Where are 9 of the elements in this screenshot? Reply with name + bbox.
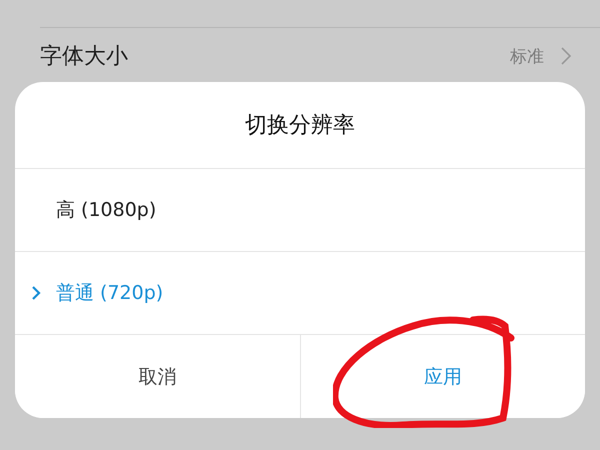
chevron-right-icon <box>560 46 572 66</box>
resolution-option[interactable]: 高 (1080p) <box>15 169 585 252</box>
option-label: 普通 (720p) <box>56 281 164 306</box>
chevron-right-icon <box>31 285 41 301</box>
setting-value: 标准 <box>510 46 544 68</box>
option-label: 高 (1080p) <box>56 198 156 223</box>
setting-label: 字体大小 <box>40 43 128 71</box>
cancel-button[interactable]: 取消 <box>15 335 300 418</box>
dialog-title: 切换分辨率 <box>15 82 585 169</box>
